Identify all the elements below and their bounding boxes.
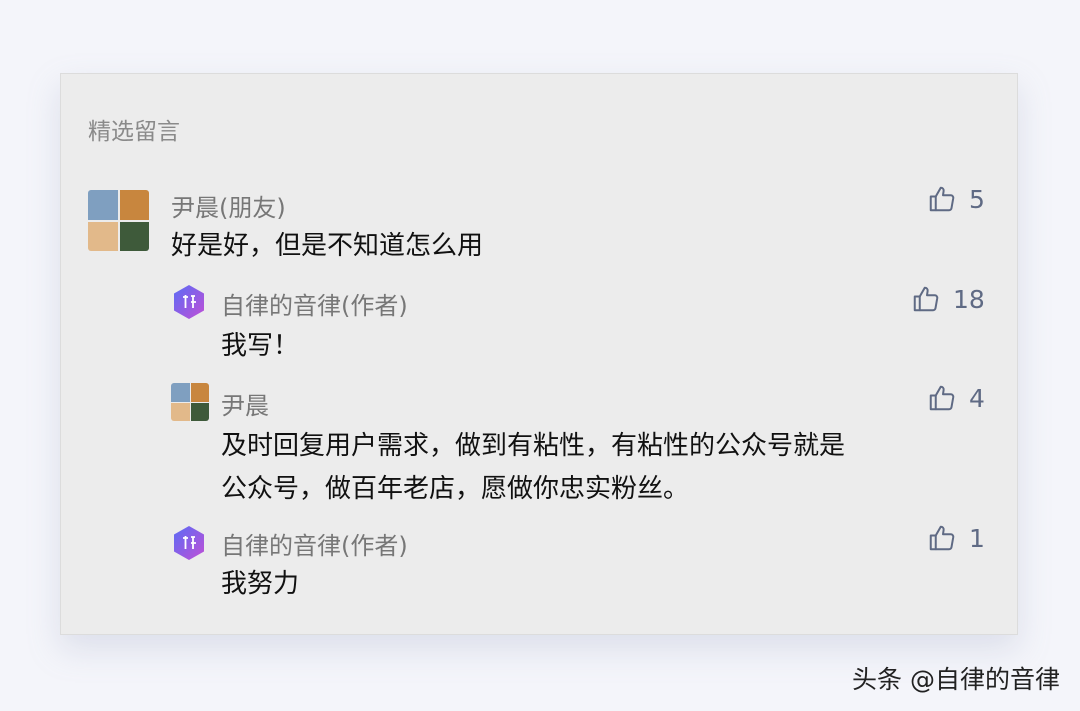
like-button[interactable]: 1 bbox=[927, 523, 985, 553]
commenter-name[interactable]: 自律的音律(作者) bbox=[221, 286, 408, 321]
comment-text-line: 及时回复用户需求，做到有粘性，有粘性的公众号就是 bbox=[221, 431, 846, 461]
commenter-name[interactable]: 尹晨 bbox=[221, 386, 269, 421]
like-button[interactable]: 5 bbox=[927, 184, 985, 214]
like-count: 1 bbox=[969, 523, 985, 553]
avatar[interactable] bbox=[88, 190, 149, 251]
comment-text-line: 公众号，做百年老店，愿做你忠实粉丝。 bbox=[221, 474, 690, 504]
avatar[interactable] bbox=[171, 383, 209, 421]
comment-text: 我努力 bbox=[221, 569, 300, 599]
comment-text: 我写！ bbox=[221, 331, 300, 361]
like-count: 4 bbox=[969, 383, 985, 413]
thumbs-up-icon bbox=[929, 525, 955, 551]
thumbs-up-icon bbox=[929, 385, 955, 411]
author-logo-icon[interactable] bbox=[172, 525, 206, 561]
like-count: 18 bbox=[953, 284, 985, 314]
commenter-name[interactable]: 自律的音律(作者) bbox=[221, 526, 408, 561]
like-button[interactable]: 4 bbox=[927, 383, 985, 413]
thumbs-up-icon bbox=[913, 286, 939, 312]
thumbs-up-icon bbox=[929, 186, 955, 212]
commenter-name[interactable]: 尹晨(朋友) bbox=[171, 188, 286, 223]
like-button[interactable]: 18 bbox=[911, 284, 985, 314]
like-count: 5 bbox=[969, 184, 985, 214]
comment-text: 好是好，但是不知道怎么用 bbox=[171, 231, 484, 261]
section-title: 精选留言 bbox=[88, 119, 180, 145]
author-logo-icon[interactable] bbox=[172, 284, 206, 320]
featured-comments-card: 精选留言 尹晨(朋友) 好是好，但是不知道怎么用 5 自律的音律(作者) 我写！… bbox=[60, 73, 1018, 635]
watermark: 头条 @自律的音律 bbox=[852, 665, 1060, 694]
